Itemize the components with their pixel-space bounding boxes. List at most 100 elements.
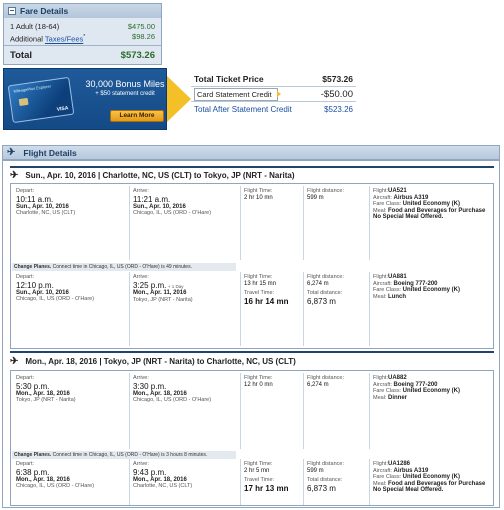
fare-class-label: Fare Class: xyxy=(373,388,402,394)
fare-class-value: United Economy (K) xyxy=(402,287,460,293)
taxes-marker: * xyxy=(83,34,86,40)
depart-block: Depart: 12:10 p.m. Sun., Apr. 10, 2016 C… xyxy=(16,274,126,303)
flight-distance-block: Flight distance: 6,274 m xyxy=(307,375,367,388)
meal-label: Meal: xyxy=(373,394,387,401)
flight-number-value: UA881 xyxy=(387,274,407,280)
meal-value: Food and Beverages for Purchase xyxy=(387,207,486,214)
taxes-row: Additional Taxes/Fees* $98.26 xyxy=(4,32,161,44)
statement-credit-label: Card Statement Credit xyxy=(194,87,281,101)
flight-info-block: Flight:UA882 Aircraft: Boeing 777-200 Fa… xyxy=(373,375,491,401)
arrive-city: Charlotte, NC, US (CLT) xyxy=(133,483,193,489)
aircraft-value: Airbus A319 xyxy=(393,467,429,474)
column-divider xyxy=(129,272,130,346)
depart-city: Tokyo, JP (NRT - Narita) xyxy=(16,397,76,403)
flight-number-value: UA521 xyxy=(387,188,407,194)
column-divider xyxy=(303,373,304,449)
segment-title: ✈ Sun., Apr. 10, 2016 | Charlotte, NC, U… xyxy=(10,168,294,182)
fare-class-label: Fare Class: xyxy=(373,474,402,480)
aircraft-label: Aircraft: xyxy=(373,381,392,388)
arrive-time: 3:30 p.m. xyxy=(133,381,167,391)
column-divider xyxy=(240,272,241,346)
segment-title-text: Mon., Apr. 18, 2016 | Tokyo, JP (NRT - N… xyxy=(25,356,296,366)
flight-number-value: UA882 xyxy=(387,375,407,381)
flight-number-label: Flight: xyxy=(373,375,388,381)
meal-label: Meal: xyxy=(373,480,387,487)
collapse-icon[interactable]: − xyxy=(8,7,16,15)
change-planes-notice: Change Planes. Connect time in Chicago, … xyxy=(12,263,236,271)
aircraft-label: Aircraft: xyxy=(373,194,392,201)
arrive-city: Chicago, IL, US (ORD - O'Hare) xyxy=(133,397,212,403)
arrive-time: 3:25 p.m. xyxy=(133,280,167,290)
fare-total-row: Total $573.26 xyxy=(4,45,161,61)
column-divider xyxy=(129,373,130,449)
column-divider xyxy=(129,459,130,505)
meal-value: Food and Beverages for Purchase xyxy=(387,480,486,487)
column-divider xyxy=(369,459,370,505)
total-ticket-price-row: Total Ticket Price $573.26 xyxy=(191,72,356,87)
flight-details-title: Flight Details xyxy=(23,147,77,158)
fare-class-label: Fare Class: xyxy=(373,287,402,293)
column-divider xyxy=(240,459,241,505)
fare-total-label: Total xyxy=(10,50,32,61)
taxes-fees-link[interactable]: Taxes/Fees xyxy=(45,35,83,44)
meal-value: Lunch xyxy=(387,293,406,300)
fare-details-header[interactable]: − Fare Details xyxy=(4,4,161,18)
arrive-time: 11:21 a.m. xyxy=(133,194,171,204)
meal-label: Meal: xyxy=(373,293,387,300)
flight-time-block: Flight Time: 12 hr 0 mn xyxy=(244,375,302,388)
card-brand: VISA xyxy=(56,105,69,113)
flight-time-value: 2 hr 5 mn xyxy=(244,467,270,474)
connect-time-text: Connect time in Chicago, IL, US (ORD - O… xyxy=(52,264,192,270)
fare-class-value: United Economy (K) xyxy=(402,388,460,394)
column-divider xyxy=(129,186,130,260)
flight-distance-value: 599 m xyxy=(307,467,324,474)
airplane-icon: ✈ xyxy=(7,147,16,158)
total-distance-value: 6,873 m xyxy=(307,296,336,306)
flight-time-value: 2 hr 10 mn xyxy=(244,194,273,201)
flight-number-label: Flight: xyxy=(373,188,388,194)
total-distance-value: 6,873 m xyxy=(307,483,336,493)
flight-time-block: Flight Time: 2 hr 10 mn xyxy=(244,188,302,201)
card-chip-icon xyxy=(18,97,29,107)
credit-card-promo[interactable]: MileagePlus Explorer VISA 30,000 Bonus M… xyxy=(3,68,167,130)
aircraft-value: Boeing 777-200 xyxy=(393,280,438,287)
travel-time-value: 17 hr 13 mn xyxy=(244,483,289,493)
learn-more-button[interactable]: Learn More xyxy=(110,110,164,122)
promo-headline: 30,000 Bonus Miles xyxy=(85,79,165,89)
flight-time-block: Flight Time: 13 hr 15 mn Travel Time: 16… xyxy=(244,274,302,306)
depart-block: Depart: 10:11 a.m. Sun., Apr. 10, 2016 C… xyxy=(16,188,126,217)
statement-credit-value: -$50.00 xyxy=(320,88,353,100)
airplane-icon: ✈ xyxy=(10,169,19,181)
column-divider xyxy=(240,186,241,260)
aircraft-value: Boeing 777-200 xyxy=(393,381,438,388)
flight-time-block: Flight Time: 2 hr 5 mn Travel Time: 17 h… xyxy=(244,461,302,493)
flight-distance-value: 6,274 m xyxy=(307,381,329,388)
arrive-next-day: + 1 Day xyxy=(167,283,184,289)
arrive-block: Arrive: 9:43 p.m. Mon., Apr. 18, 2016 Ch… xyxy=(133,461,238,490)
connect-time-text: Connect time in Chicago, IL, US (ORD - O… xyxy=(52,452,208,458)
flight-details-header[interactable]: ✈ Flight Details xyxy=(2,145,500,160)
fare-class-label: Fare Class: xyxy=(373,201,402,207)
meal-value: Dinner xyxy=(387,394,407,401)
depart-block: Depart: 6:38 p.m. Mon., Apr. 18, 2016 Ch… xyxy=(16,461,126,490)
flight-number-label: Flight: xyxy=(373,274,388,280)
flight-info-block: Flight:UA521 Aircraft: Airbus A319 Fare … xyxy=(373,188,491,221)
depart-city: Chicago, IL, US (ORD - O'Hare) xyxy=(16,296,95,302)
arrive-city: Chicago, IL, US (ORD - O'Hare) xyxy=(133,210,212,216)
meal-note: No Special Meal Offered. xyxy=(373,214,444,220)
column-divider xyxy=(240,373,241,449)
fare-class-value: United Economy (K) xyxy=(402,201,460,207)
total-after-credit-value: $523.26 xyxy=(324,105,353,114)
meal-label: Meal: xyxy=(373,207,387,214)
change-planes-label: Change Planes. xyxy=(14,452,52,458)
total-ticket-price-value: $573.26 xyxy=(322,74,353,84)
fare-class-value: United Economy (K) xyxy=(402,474,460,480)
meal-note: No Special Meal Offered. xyxy=(373,487,444,493)
arrive-block: Arrive: 3:30 p.m. Mon., Apr. 18, 2016 Ch… xyxy=(133,375,238,404)
credit-card-image: MileagePlus Explorer VISA xyxy=(7,76,75,124)
flight-number-value: UA1286 xyxy=(387,461,410,467)
depart-time: 6:38 p.m. xyxy=(16,467,50,477)
arrive-time: 9:43 p.m. xyxy=(133,467,167,477)
aircraft-label: Aircraft: xyxy=(373,280,392,287)
flight-info-block: Flight:UA881 Aircraft: Boeing 777-200 Fa… xyxy=(373,274,491,300)
